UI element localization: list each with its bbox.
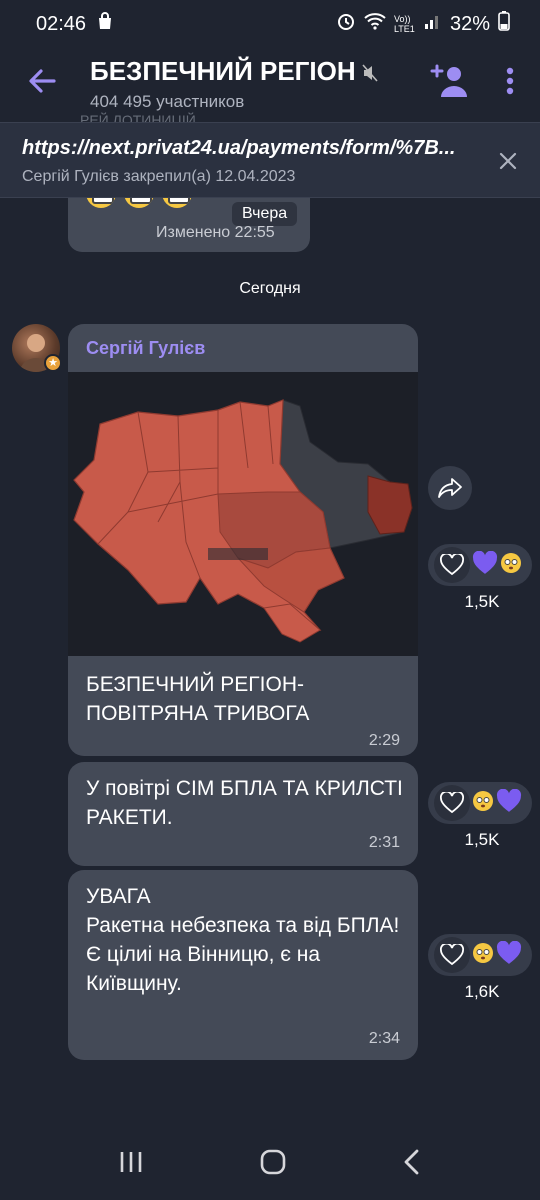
message-text: БЕЗПЕЧНИЙ РЕГІОН-ПОВІТРЯНА ТРИВОГА bbox=[86, 673, 310, 725]
chat-title-text: БЕЗПЕЧНИЙ РЕГІОН bbox=[90, 56, 356, 86]
alert-map-image[interactable] bbox=[68, 372, 418, 656]
message-author[interactable]: Сергій Гулієв bbox=[86, 338, 205, 359]
purple-heart-icon bbox=[496, 788, 522, 818]
message-text: У повітрі СІМ БПЛА ТА КРИЛСТІ РАКЕТИ. bbox=[86, 777, 403, 829]
mute-icon bbox=[362, 58, 378, 89]
add-user-icon[interactable] bbox=[430, 62, 470, 105]
reaction-chip[interactable] bbox=[428, 782, 532, 824]
status-time: 02:46 bbox=[36, 12, 87, 35]
more-vert-icon[interactable] bbox=[500, 66, 520, 101]
nav-back-icon[interactable] bbox=[402, 1149, 422, 1180]
network-label: Vo)) LTE1 bbox=[393, 14, 415, 34]
signal-icon bbox=[424, 12, 442, 36]
pinned-message-bar[interactable]: https://next.privat24.ua/payments/form/%… bbox=[0, 122, 540, 198]
heart-icon[interactable] bbox=[434, 547, 470, 583]
heart-icon[interactable] bbox=[434, 785, 470, 821]
purple-heart-icon bbox=[496, 940, 522, 970]
members-count: 404 495 участников bbox=[90, 92, 245, 111]
heart-icon[interactable] bbox=[434, 937, 470, 973]
reaction-count: 1,5K bbox=[464, 830, 500, 849]
edited-label: Изменено bbox=[156, 224, 231, 241]
day-separator: Сегодня bbox=[239, 280, 301, 297]
home-icon[interactable] bbox=[259, 1148, 287, 1181]
message-time: 22:55 bbox=[234, 224, 275, 241]
pinned-meta: Сергій Гулієв закрепил(а) 12.04.2023 bbox=[22, 168, 296, 185]
battery-icon bbox=[498, 11, 510, 37]
star-badge-icon: ★ bbox=[44, 354, 62, 372]
message-text: УВАГА Ракетна небезпека та від БПЛА! Є ц… bbox=[86, 885, 400, 995]
pleading-face-icon bbox=[472, 790, 494, 817]
previous-message-bubble[interactable]: Вчера Изменено 22:55 bbox=[68, 190, 310, 252]
recent-apps-icon[interactable] bbox=[118, 1150, 144, 1179]
reaction-chip[interactable] bbox=[428, 544, 532, 586]
message-time: 2:29 bbox=[368, 732, 400, 749]
chat-header: БЕЗПЕЧНИЙ РЕГІОН 404 495 участников bbox=[0, 48, 540, 120]
back-arrow-icon[interactable] bbox=[26, 64, 60, 98]
date-chip: Вчера bbox=[232, 202, 298, 226]
wifi-icon bbox=[364, 12, 386, 36]
status-bar: 02:46 Vo)) LTE1 32% bbox=[0, 0, 540, 48]
system-nav-bar bbox=[0, 1128, 540, 1200]
message-time: 2:34 bbox=[368, 1030, 400, 1047]
chat-title[interactable]: БЕЗПЕЧНИЙ РЕГІОН bbox=[90, 56, 378, 89]
purple-heart-icon bbox=[472, 550, 498, 580]
pleading-face-icon bbox=[500, 552, 522, 579]
pinned-link[interactable]: https://next.privat24.ua/payments/form/%… bbox=[22, 137, 462, 160]
reaction-chip[interactable] bbox=[428, 934, 532, 976]
pleading-face-icon bbox=[472, 942, 494, 969]
alarm-icon bbox=[336, 11, 356, 37]
share-icon[interactable] bbox=[428, 466, 472, 510]
shopping-bag-icon bbox=[96, 12, 114, 36]
battery-level: 32% bbox=[449, 12, 490, 35]
message-time: 2:31 bbox=[368, 834, 400, 851]
reaction-count: 1,6K bbox=[464, 982, 500, 1001]
message-bubble[interactable]: УВАГА Ракетна небезпека та від БПЛА! Є ц… bbox=[68, 870, 418, 1060]
close-icon[interactable] bbox=[498, 151, 518, 176]
reaction-count: 1,5K bbox=[464, 592, 500, 611]
message-meta: Изменено 22:55 bbox=[156, 224, 275, 242]
message-bubble[interactable]: У повітрі СІМ БПЛА ТА КРИЛСТІ РАКЕТИ. 2:… bbox=[68, 762, 418, 866]
message-bubble[interactable]: Сергій Гулієв БЕЗПЕЧНИЙ РЕГІОН-ПОВІТРЯНА… bbox=[68, 324, 418, 756]
